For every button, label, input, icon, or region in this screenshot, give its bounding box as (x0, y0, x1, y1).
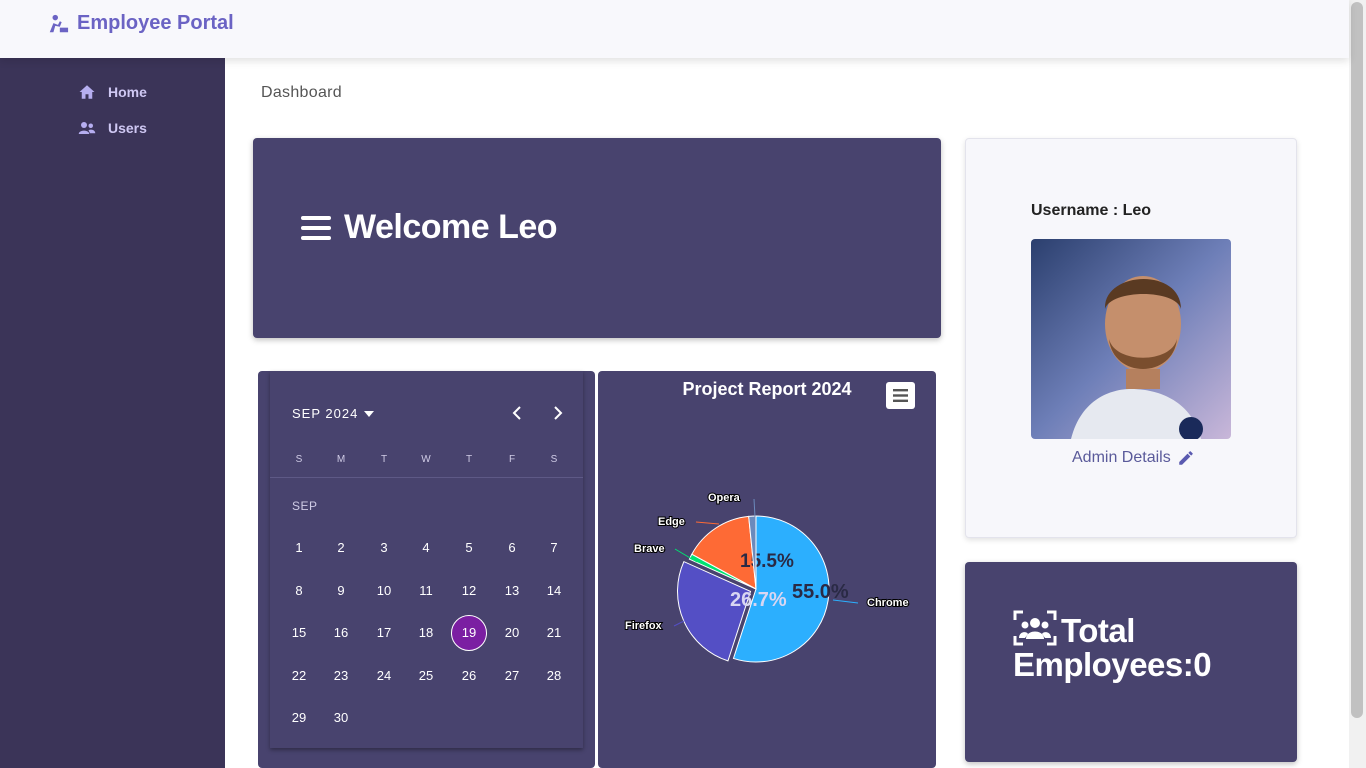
username-label: Username : Leo (1031, 202, 1152, 219)
worker-icon (49, 14, 69, 32)
pie-connector-line (673, 620, 685, 627)
calendar-day[interactable]: 24 (366, 658, 402, 694)
sidebar-item-home[interactable]: Home (78, 83, 147, 101)
calendar-weekday-label: M (336, 454, 346, 465)
sidebar: Home Users (0, 58, 225, 768)
home-icon (79, 85, 95, 99)
calendar-day[interactable]: 16 (323, 615, 359, 651)
calendar-day[interactable]: 30 (323, 700, 359, 736)
calendar-day[interactable]: 4 (408, 530, 444, 566)
calendar-period-button[interactable]: SEP 2024 (292, 406, 375, 421)
pencil-icon (1178, 451, 1193, 465)
scrollbar-thumb[interactable] (1351, 2, 1363, 718)
brand-logo[interactable]: Employee Portal (47, 12, 234, 35)
calendar-day[interactable]: 7 (536, 530, 572, 566)
caret-down-icon (364, 410, 375, 417)
calendar-day[interactable]: 25 (408, 658, 444, 694)
calendar-day[interactable]: 21 (536, 615, 572, 651)
chevron-left-icon (512, 406, 521, 420)
calendar-day[interactable]: 15 (281, 615, 317, 651)
pie-connector-line (695, 521, 720, 525)
calendar-day[interactable]: 20 (494, 615, 530, 651)
calendar-day[interactable]: 23 (323, 658, 359, 694)
app-title: Employee Portal (77, 12, 234, 34)
calendar-weekday-label: F (508, 454, 516, 465)
top-navbar: Employee Portal (0, 0, 1349, 58)
calendar-day[interactable]: 18 (408, 615, 444, 651)
users-icon (78, 122, 96, 134)
calendar-day[interactable]: 13 (494, 573, 530, 609)
calendar-weekday-label: T (465, 454, 473, 465)
calendar-day[interactable]: 8 (281, 573, 317, 609)
calendar-day[interactable]: 14 (536, 573, 572, 609)
breadcrumb: Dashboard (261, 84, 342, 101)
calendar-day[interactable]: 17 (366, 615, 402, 651)
calendar-day[interactable]: 9 (323, 573, 359, 609)
pie-series-label: Opera (708, 492, 741, 504)
calendar-day[interactable]: 5 (451, 530, 487, 566)
calendar-day[interactable]: 28 (536, 658, 572, 694)
project-report-chart: Project Report 2024 Chrome 55.0% Firefox 26… (598, 371, 936, 768)
menu-icon[interactable] (300, 212, 332, 244)
pie-series-label: Firefox (625, 620, 663, 632)
calendar-next-button[interactable] (548, 403, 568, 423)
calendar-card: SEP 2024 SEP S M T W T F S 1 2 3 4 5 6 7 8 9 10 11 12 13 14 1… (258, 371, 595, 768)
chevron-right-icon (554, 406, 563, 420)
total-employees-card: Total Employees:0 (965, 562, 1297, 762)
calendar: SEP 2024 SEP S M T W T F S 1 2 3 4 5 6 7 8 9 10 11 12 13 14 1… (270, 371, 583, 748)
avatar (1031, 239, 1231, 439)
sidebar-item-label: Home (108, 84, 147, 100)
calendar-weekday-label: S (550, 454, 558, 465)
users-icon (1013, 610, 1057, 646)
total-employees-text: Total Employees:0 (1013, 610, 1273, 682)
profile-card: Username : Leo Admin Details (965, 138, 1297, 538)
pie-series-label: Chrome (867, 597, 909, 609)
calendar-prev-button[interactable] (507, 403, 527, 423)
admin-details-link[interactable]: Admin Details (1072, 449, 1195, 467)
calendar-day[interactable]: 11 (408, 573, 444, 609)
calendar-weekday-label: T (380, 454, 388, 465)
calendar-day[interactable]: 2 (323, 530, 359, 566)
sidebar-item-users[interactable]: Users (78, 119, 147, 137)
calendar-day[interactable]: 1 (281, 530, 317, 566)
calendar-day[interactable]: 10 (366, 573, 402, 609)
pie-percent-label: 26.7% (730, 589, 787, 611)
calendar-period-label: SEP 2024 (292, 406, 359, 421)
calendar-weekday-label: S (295, 454, 303, 465)
calendar-day[interactable]: 29 (281, 700, 317, 736)
calendar-day[interactable]: 12 (451, 573, 487, 609)
welcome-card: Welcome Leo (253, 138, 941, 338)
pie-chart: Chrome 55.0% Firefox 26.7% Brave Edge 15.5% Ope… (624, 491, 910, 663)
calendar-day[interactable]: 19 (451, 615, 487, 651)
sidebar-item-label: Users (108, 120, 147, 136)
welcome-text: Welcome Leo (344, 208, 558, 246)
pie-series-label: Brave (634, 543, 665, 555)
calendar-day[interactable]: 22 (281, 658, 317, 694)
calendar-month-label: SEP (292, 499, 318, 513)
calendar-weekday-label: W (421, 454, 431, 465)
pie-percent-label: 55.0% (792, 581, 849, 603)
pie-connector-line (753, 498, 756, 518)
calendar-day[interactable]: 27 (494, 658, 530, 694)
calendar-day[interactable]: 3 (366, 530, 402, 566)
welcome-heading: Welcome Leo (300, 208, 558, 247)
calendar-day[interactable]: 6 (494, 530, 530, 566)
calendar-divider (270, 477, 583, 478)
calendar-day[interactable]: 26 (451, 658, 487, 694)
pie-percent-label: 15.5% (740, 551, 794, 572)
pie-series-label: Edge (658, 516, 685, 528)
admin-details-label: Admin Details (1072, 449, 1171, 466)
